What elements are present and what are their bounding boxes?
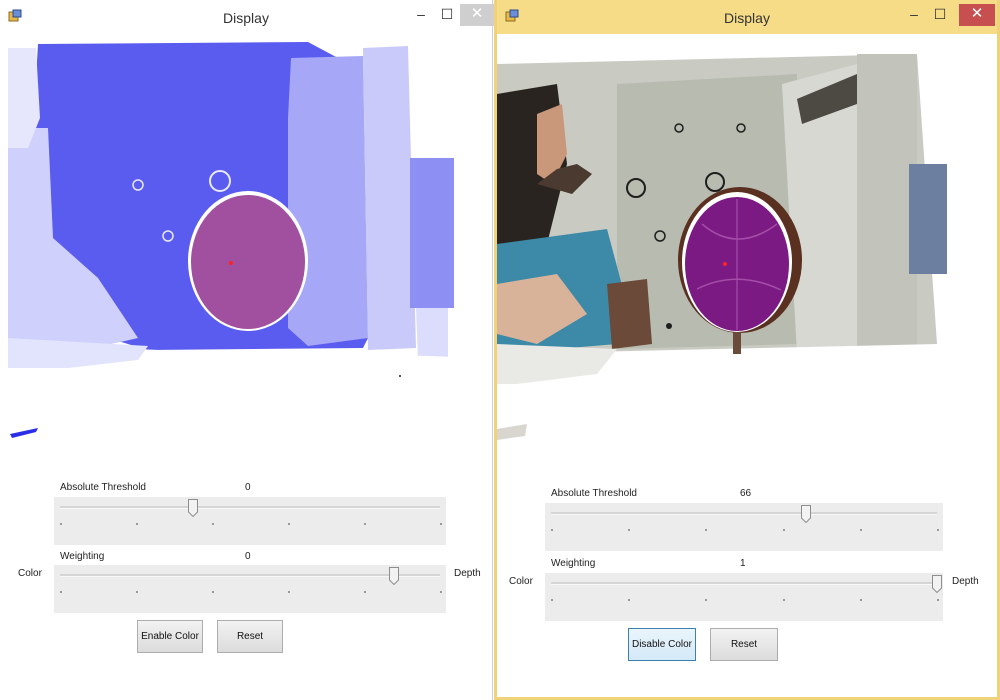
reset-button[interactable]: Reset [710, 628, 778, 661]
close-button[interactable]: ✕ [959, 4, 995, 26]
display-window-left: Display – ☐ ✕ Absolute Threshold 0 Weigh… [0, 0, 494, 700]
slider-track [551, 512, 937, 515]
slider-tick [136, 591, 138, 593]
slider-tick [212, 591, 214, 593]
depth-image [8, 38, 486, 458]
slider-tick [782, 529, 785, 531]
slider-tick [859, 529, 862, 531]
depth-end-label: Depth [454, 568, 481, 579]
slider-tick [60, 523, 62, 525]
display-window-right: Display – ☐ ✕ Absolute Threshold 66 Weig… [494, 0, 1000, 700]
depth-end-label: Depth [952, 576, 979, 587]
slider-tick [705, 529, 708, 531]
slider-track [551, 582, 937, 585]
slider-tick [782, 599, 785, 601]
threshold-value: 0 [245, 482, 251, 493]
enable-color-button[interactable]: Enable Color [137, 620, 203, 653]
slider-tick [364, 523, 366, 525]
slider-tick [551, 529, 553, 531]
threshold-label: Absolute Threshold [60, 482, 146, 493]
threshold-slider[interactable] [54, 497, 446, 545]
weighting-label: Weighting [551, 558, 596, 569]
weighting-slider[interactable] [54, 565, 446, 613]
slider-tick [937, 599, 939, 601]
weighting-slider[interactable] [545, 573, 943, 621]
weighting-label: Weighting [60, 551, 105, 562]
slider-tick [212, 523, 214, 525]
slider-tick [440, 591, 442, 593]
slider-tick [551, 599, 553, 601]
slider-tick [60, 591, 62, 593]
maximize-button[interactable]: ☐ [927, 4, 953, 26]
slider-thumb[interactable] [932, 575, 942, 593]
slider-tick [288, 523, 290, 525]
slider-tick [937, 529, 939, 531]
threshold-label: Absolute Threshold [551, 488, 637, 499]
disable-color-button[interactable]: Disable Color [628, 628, 696, 661]
slider-tick [364, 591, 366, 593]
weighting-value: 0 [245, 551, 251, 562]
color-end-label: Color [18, 568, 42, 579]
slider-thumb[interactable] [188, 499, 198, 517]
slider-tick [288, 591, 290, 593]
camera-image [497, 44, 997, 454]
maximize-button[interactable]: ☐ [434, 4, 460, 26]
reset-button[interactable]: Reset [217, 620, 283, 653]
color-view [497, 44, 997, 454]
minimize-button[interactable]: – [408, 4, 434, 26]
close-button[interactable]: ✕ [460, 4, 494, 26]
slider-tick [136, 523, 138, 525]
weighting-value: 1 [740, 558, 746, 569]
slider-tick [705, 599, 708, 601]
threshold-value: 66 [740, 488, 752, 499]
color-end-label: Color [509, 576, 533, 587]
depth-view [8, 38, 486, 458]
slider-thumb[interactable] [800, 505, 811, 523]
title-bar[interactable]: Display – ☐ ✕ [497, 0, 997, 34]
threshold-slider[interactable] [545, 503, 943, 551]
slider-track [60, 506, 440, 509]
slider-tick [440, 523, 442, 525]
slider-track [60, 574, 440, 577]
minimize-button[interactable]: – [901, 4, 927, 26]
slider-thumb[interactable] [389, 567, 400, 585]
slider-tick [859, 599, 862, 601]
slider-tick [628, 529, 631, 531]
title-bar[interactable]: Display – ☐ ✕ [0, 0, 494, 36]
slider-tick [628, 599, 631, 601]
